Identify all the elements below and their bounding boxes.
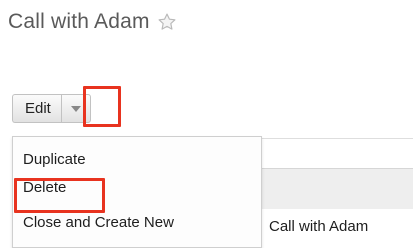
divider [260, 138, 413, 139]
record-title-text: Call with Adam [8, 10, 150, 33]
menu-item-duplicate[interactable]: Duplicate [23, 151, 86, 168]
edit-button-group: Edit [12, 94, 91, 123]
menu-item-close-and-create-new[interactable]: Close and Create New [23, 214, 174, 231]
record-subject-cell: Call with Adam [269, 218, 369, 235]
delete-highlight-box [14, 178, 105, 213]
record-title: Call with Adam [8, 10, 177, 34]
dropdown-highlight-box [83, 86, 121, 127]
edit-button[interactable]: Edit [12, 94, 61, 123]
chevron-down-icon [70, 105, 81, 112]
table-header-bar [260, 168, 413, 209]
favorite-star-icon[interactable] [157, 12, 177, 32]
